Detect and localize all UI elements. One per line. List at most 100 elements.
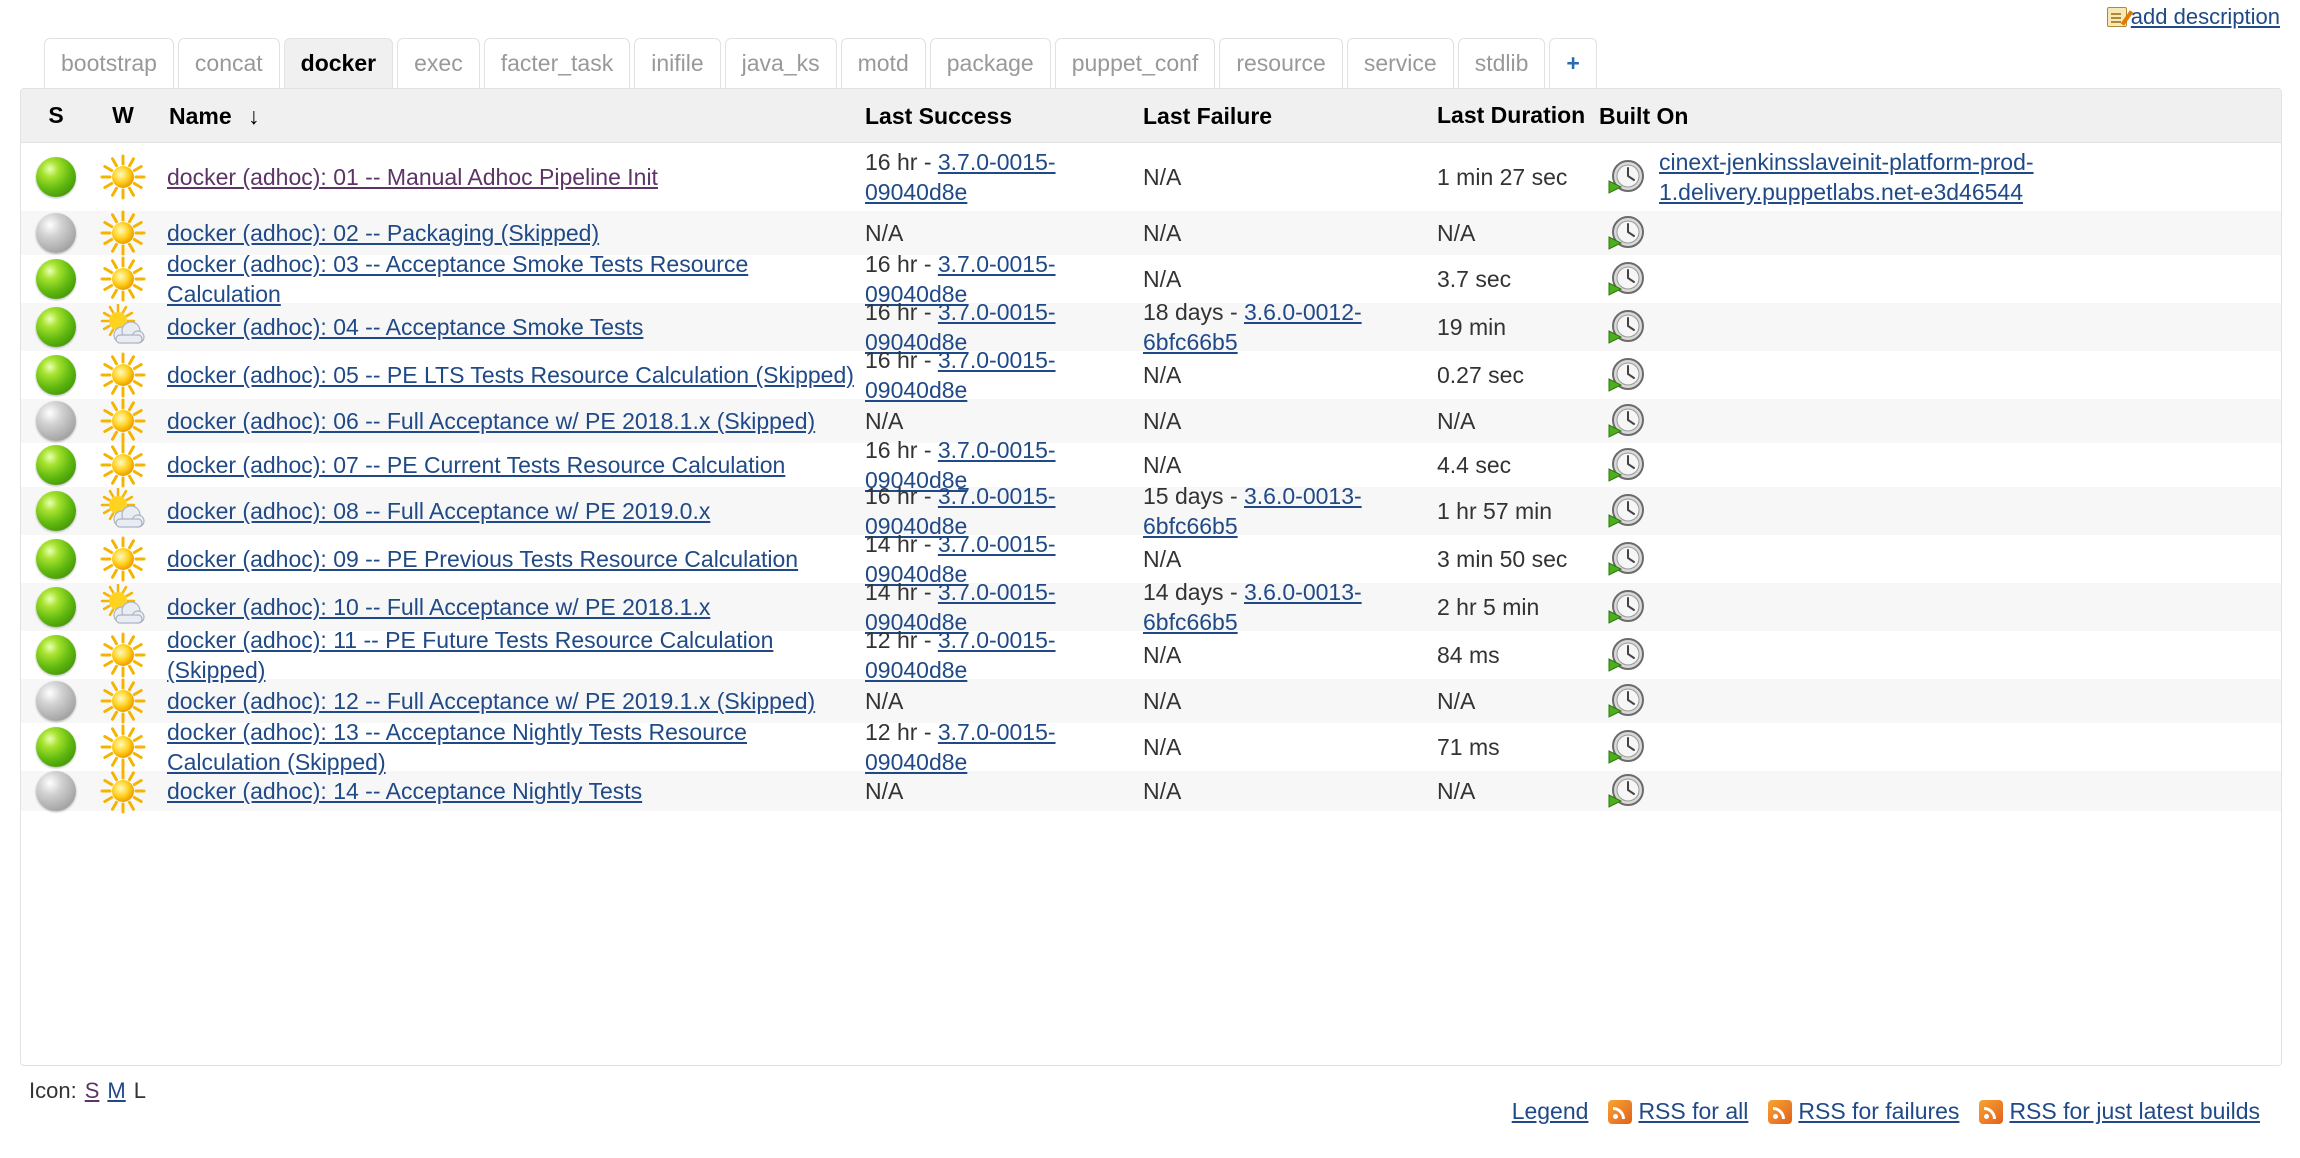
job-link[interactable]: docker (adhoc): 04 -- Acceptance Smoke T… (167, 314, 643, 340)
schedule-build-icon[interactable] (1607, 491, 1647, 531)
table-header: S W Name ↓ Last Success Last Failure Las… (21, 89, 2281, 143)
schedule-build-icon[interactable] (1607, 539, 1647, 579)
build-now-cell (1599, 771, 1655, 811)
job-link[interactable]: docker (adhoc): 13 -- Acceptance Nightly… (167, 719, 747, 775)
tab-inifile[interactable]: inifile (634, 38, 721, 88)
tab-exec[interactable]: exec (397, 38, 480, 88)
tab-java-ks[interactable]: java_ks (724, 38, 837, 88)
tab-bootstrap[interactable]: bootstrap (44, 38, 174, 88)
schedule-build-icon[interactable] (1607, 355, 1647, 395)
built-on-node-link[interactable]: cinext-jenkinsslaveinit-platform-prod-1.… (1659, 147, 2039, 207)
job-link[interactable]: docker (adhoc): 05 -- PE LTS Tests Resou… (167, 362, 854, 388)
job-link[interactable]: docker (adhoc): 11 -- PE Future Tests Re… (167, 627, 773, 683)
last-failure-time: N/A (1143, 642, 1182, 668)
build-now-cell (1599, 259, 1655, 299)
schedule-build-icon[interactable] (1607, 401, 1647, 441)
job-link[interactable]: docker (adhoc): 14 -- Acceptance Nightly… (167, 778, 642, 804)
last-success-time: 16 hr - (865, 483, 938, 509)
job-name-cell: docker (adhoc): 09 -- PE Previous Tests … (155, 544, 861, 574)
tab-concat[interactable]: concat (177, 38, 280, 88)
sunny-weather-icon (100, 398, 146, 444)
last-success-time: 16 hr - (865, 299, 938, 325)
status-cell (21, 213, 91, 253)
job-link[interactable]: docker (adhoc): 12 -- Full Acceptance w/… (167, 688, 815, 714)
rss-all-link[interactable]: RSS for all (1638, 1098, 1748, 1125)
schedule-build-icon[interactable] (1607, 157, 1647, 197)
last-failure-time: N/A (1143, 164, 1182, 190)
weather-cell (91, 678, 155, 724)
partly-cloudy-weather-icon (100, 487, 146, 534)
last-duration: N/A (1437, 219, 1476, 246)
sort-arrow-icon: ↓ (248, 102, 260, 129)
header-weather[interactable]: W (91, 102, 155, 129)
last-success-time: 16 hr - (865, 437, 938, 463)
last-duration: N/A (1437, 407, 1476, 434)
last-duration: 0.27 sec (1437, 361, 1524, 388)
icon-size-m[interactable]: M (107, 1078, 125, 1104)
last-success-time: N/A (865, 408, 904, 434)
schedule-build-icon[interactable] (1607, 259, 1647, 299)
header-last-success[interactable]: Last Success (861, 101, 1139, 131)
job-link[interactable]: docker (adhoc): 09 -- PE Previous Tests … (167, 546, 798, 572)
job-link[interactable]: docker (adhoc): 08 -- Full Acceptance w/… (167, 498, 710, 524)
rss-latest[interactable]: RSS for just latest builds (1979, 1098, 2260, 1125)
header-name[interactable]: Name ↓ (155, 101, 861, 131)
schedule-build-icon[interactable] (1607, 445, 1647, 485)
job-link[interactable]: docker (adhoc): 10 -- Full Acceptance w/… (167, 594, 710, 620)
add-description[interactable]: add description (2106, 4, 2280, 30)
tab-motd[interactable]: motd (840, 38, 926, 88)
table-row: docker (adhoc): 04 -- Acceptance Smoke T… (21, 299, 2281, 355)
build-now-cell (1599, 681, 1655, 721)
tab-package[interactable]: package (929, 38, 1051, 88)
icon-size-s[interactable]: S (85, 1078, 100, 1104)
weather-cell (91, 303, 155, 350)
tab-facter-task[interactable]: facter_task (483, 38, 631, 88)
schedule-build-icon[interactable] (1607, 727, 1647, 767)
job-link[interactable]: docker (adhoc): 06 -- Full Acceptance w/… (167, 408, 815, 434)
tab-resource[interactable]: resource (1219, 38, 1343, 88)
icon-size-options: SML (85, 1078, 146, 1104)
last-success-time: 12 hr - (865, 719, 938, 745)
header-last-duration[interactable]: Last Duration (1433, 102, 1599, 129)
tab-service[interactable]: service (1346, 38, 1454, 88)
schedule-build-icon[interactable] (1607, 771, 1647, 811)
rss-latest-link[interactable]: RSS for just latest builds (2009, 1098, 2260, 1125)
last-duration: 2 hr 5 min (1437, 593, 1540, 620)
success-status-icon (36, 157, 76, 197)
schedule-build-icon[interactable] (1607, 587, 1647, 627)
weather-cell (91, 768, 155, 814)
tab-puppet-conf[interactable]: puppet_conf (1054, 38, 1216, 88)
rss-icon (1608, 1099, 1633, 1124)
job-link[interactable]: docker (adhoc): 01 -- Manual Adhoc Pipel… (167, 164, 658, 190)
last-success-cell: 12 hr - 3.7.0-0015-09040d8e (861, 717, 1139, 777)
rss-failures[interactable]: RSS for failures (1768, 1098, 1959, 1125)
sunny-weather-icon (100, 632, 146, 678)
tab-docker[interactable]: docker (283, 38, 394, 88)
tab-stdlib[interactable]: stdlib (1457, 38, 1546, 88)
status-cell (21, 259, 91, 299)
header-last-failure[interactable]: Last Failure (1139, 101, 1433, 131)
schedule-build-icon[interactable] (1607, 681, 1647, 721)
rss-failures-link[interactable]: RSS for failures (1798, 1098, 1959, 1125)
job-name-cell: docker (adhoc): 11 -- PE Future Tests Re… (155, 625, 861, 685)
header-built-on[interactable]: Built On (1599, 101, 2281, 131)
job-name-cell: docker (adhoc): 05 -- PE LTS Tests Resou… (155, 360, 861, 390)
schedule-build-icon[interactable] (1607, 635, 1647, 675)
last-failure-time: 15 days - (1143, 483, 1244, 509)
schedule-build-icon[interactable] (1607, 307, 1647, 347)
rss-all[interactable]: RSS for all (1608, 1098, 1748, 1125)
add-view-tab[interactable]: + (1549, 38, 1597, 88)
last-success-time: N/A (865, 688, 904, 714)
job-link[interactable]: docker (adhoc): 02 -- Packaging (Skipped… (167, 220, 599, 246)
header-status[interactable]: S (21, 102, 91, 129)
build-now-cell (1599, 213, 1655, 253)
footer-links: Legend RSS for all RSS for failures RSS … (1512, 1098, 2260, 1125)
sunny-weather-icon (100, 442, 146, 488)
legend-link[interactable]: Legend (1512, 1098, 1589, 1125)
schedule-build-icon[interactable] (1607, 213, 1647, 253)
last-failure-time: N/A (1143, 220, 1182, 246)
last-success-cell: 16 hr - 3.7.0-0015-09040d8e (861, 345, 1139, 405)
job-link[interactable]: docker (adhoc): 03 -- Acceptance Smoke T… (167, 251, 748, 307)
job-link[interactable]: docker (adhoc): 07 -- PE Current Tests R… (167, 452, 785, 478)
add-description-link[interactable]: add description (2131, 4, 2280, 30)
